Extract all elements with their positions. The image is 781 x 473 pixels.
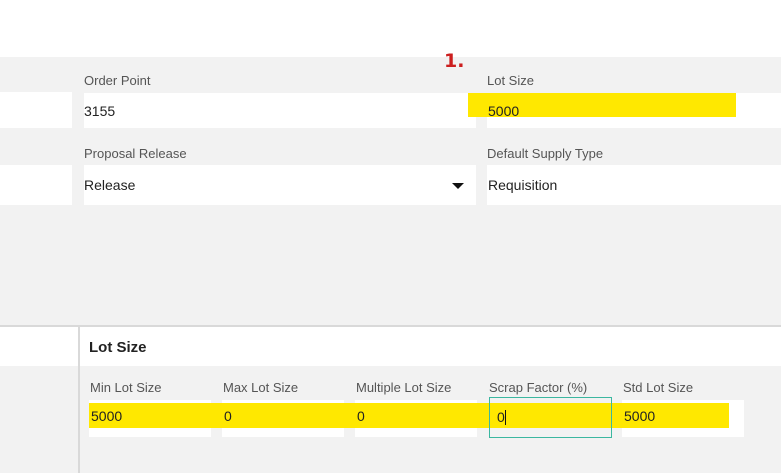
multiple-lot-size-input[interactable]: 0 (355, 403, 477, 428)
max-lot-size-value: 0 (224, 408, 232, 424)
lot-size-section-title: Lot Size (89, 339, 147, 356)
proposal-release-value: Release (84, 177, 136, 193)
scrap-factor-input[interactable]: 0 (489, 397, 612, 438)
lot-size-label: Lot Size (487, 73, 534, 88)
proposal-release-label: Proposal Release (84, 146, 187, 161)
top-bar (0, 0, 781, 57)
left-field-stub[interactable] (0, 165, 72, 205)
chevron-down-icon[interactable] (452, 183, 464, 189)
order-point-value: 3155 (84, 103, 116, 119)
max-lot-size-input[interactable]: 0 (222, 403, 344, 428)
text-cursor (505, 410, 506, 425)
lot-size-field[interactable]: 5000 (468, 93, 736, 119)
annotation-marker: 1. (444, 50, 465, 72)
lot-size-section-header: Lot Size (80, 327, 781, 366)
left-field-stub[interactable] (0, 92, 72, 128)
std-lot-size-input[interactable]: 5000 (622, 403, 744, 428)
order-point-label: Order Point (84, 73, 151, 88)
order-point-field[interactable]: 3155 (84, 93, 476, 128)
min-lot-size-label: Min Lot Size (90, 380, 162, 395)
proposal-release-select[interactable]: Release (84, 165, 476, 205)
scrap-factor-value: 0 (497, 409, 505, 425)
std-lot-size-label: Std Lot Size (623, 380, 694, 395)
max-lot-size-label: Max Lot Size (223, 380, 299, 395)
default-supply-type-value: Requisition (488, 177, 558, 193)
default-supply-type-field[interactable]: Requisition (487, 165, 781, 205)
multiple-lot-size-label: Multiple Lot Size (356, 380, 452, 395)
lower-left-row (0, 327, 78, 366)
scrap-factor-label: Scrap Factor (%) (489, 380, 588, 395)
multiple-lot-size-value: 0 (357, 408, 365, 424)
min-lot-size-value: 5000 (91, 408, 123, 424)
min-lot-size-input[interactable]: 5000 (89, 403, 211, 428)
std-lot-size-value: 5000 (624, 408, 656, 424)
lot-size-value: 5000 (488, 103, 520, 119)
default-supply-type-label: Default Supply Type (487, 146, 604, 161)
